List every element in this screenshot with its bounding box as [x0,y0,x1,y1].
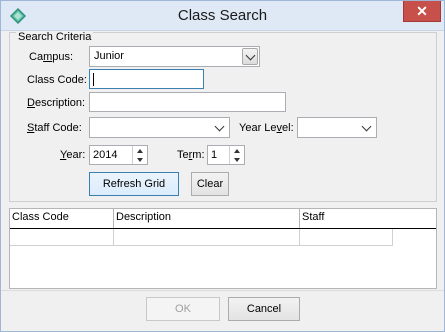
grid-header: Class Code Description Staff [10,209,436,229]
term-increment-button[interactable] [230,146,244,155]
term-decrement-button[interactable] [230,155,244,164]
chevron-down-icon [245,50,256,61]
close-icon: ✕ [416,3,428,19]
campus-label: Campus: [29,51,74,63]
table-cell[interactable] [10,229,114,246]
arrow-down-icon [234,157,240,162]
results-grid[interactable]: Class Code Description Staff [9,208,437,289]
table-row[interactable] [10,229,436,246]
year-level-select[interactable] [297,117,377,138]
term-spinner-buttons [229,146,244,164]
window-title: Class Search [177,7,268,24]
year-value: 2014 [93,149,118,161]
staff-code-select[interactable] [89,117,230,138]
class-code-label: Class Code: [27,74,87,86]
arrow-up-icon [137,148,143,153]
class-search-dialog: Class Search ✕ Search Criteria Campus: J… [0,0,445,332]
year-decrement-button[interactable] [133,155,147,164]
year-increment-button[interactable] [133,146,147,155]
search-criteria-legend: Search Criteria [16,31,94,43]
chevron-down-icon [361,121,372,132]
campus-value: Junior [94,50,124,62]
column-header-description[interactable]: Description [114,209,300,228]
column-header-class-code[interactable]: Class Code [10,209,114,228]
arrow-up-icon [234,148,240,153]
clear-button[interactable]: Clear [191,172,229,196]
refresh-grid-button[interactable]: Refresh Grid [89,172,179,196]
cancel-button[interactable]: Cancel [228,297,300,321]
text-caret [93,73,94,86]
title-bar: Class Search ✕ [1,1,444,31]
chevron-down-icon [214,121,225,132]
description-input[interactable] [89,92,286,112]
term-spinner[interactable]: 1 [207,145,245,165]
ok-button[interactable]: OK [146,297,220,321]
year-spinner-buttons [132,146,147,164]
description-label: Description: [27,97,86,109]
column-header-staff[interactable]: Staff [300,209,436,228]
year-spinner[interactable]: 2014 [89,145,148,165]
table-cell[interactable] [114,229,300,246]
campus-dropdown-button[interactable] [242,48,258,65]
term-value: 1 [211,149,218,161]
year-label: Year: [60,149,86,161]
term-label: Term: [177,149,205,161]
staff-code-label: Staff Code: [27,122,82,134]
campus-select[interactable]: Junior [89,46,260,67]
table-cell[interactable] [300,229,393,246]
year-level-label: Year Level: [239,122,294,134]
close-button[interactable]: ✕ [403,1,441,22]
arrow-down-icon [137,157,143,162]
class-code-input[interactable] [89,69,204,89]
footer-divider [1,290,444,291]
